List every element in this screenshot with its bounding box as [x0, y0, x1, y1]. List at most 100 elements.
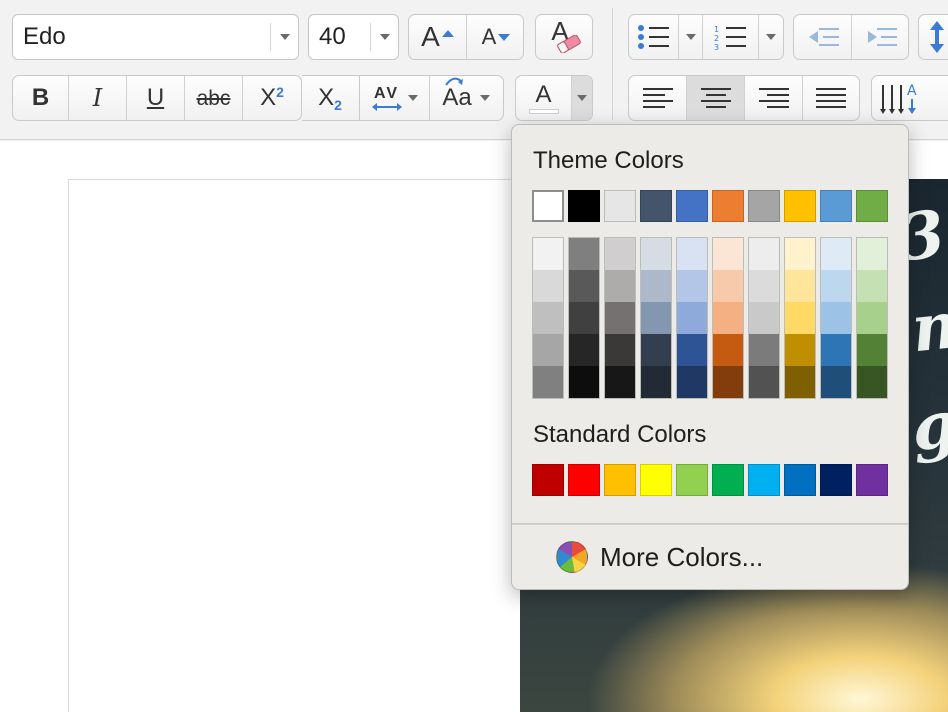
- superscript-button[interactable]: X 2: [243, 76, 301, 120]
- line-spacing-button[interactable]: [918, 14, 948, 60]
- theme-shade-swatch[interactable]: [749, 334, 779, 366]
- theme-shade-swatch[interactable]: [605, 334, 635, 366]
- more-colors-button[interactable]: More Colors...: [556, 540, 763, 574]
- theme-shade-swatch[interactable]: [749, 302, 779, 334]
- theme-shade-swatch[interactable]: [713, 238, 743, 270]
- theme-color-swatch[interactable]: [676, 190, 708, 222]
- standard-color-swatch[interactable]: [856, 464, 888, 496]
- theme-color-swatch[interactable]: [712, 190, 744, 222]
- standard-color-swatch[interactable]: [784, 464, 816, 496]
- font-name-value[interactable]: Edo: [23, 15, 66, 59]
- clear-formatting-segment[interactable]: A: [536, 15, 592, 59]
- theme-shade-swatch[interactable]: [569, 334, 599, 366]
- theme-shade-swatch[interactable]: [785, 270, 815, 302]
- theme-color-swatch[interactable]: [568, 190, 600, 222]
- theme-shade-swatch[interactable]: [857, 238, 887, 270]
- theme-shade-swatch[interactable]: [569, 270, 599, 302]
- standard-color-swatch[interactable]: [640, 464, 672, 496]
- align-right-button[interactable]: [745, 76, 803, 120]
- standard-color-swatch[interactable]: [532, 464, 564, 496]
- theme-color-swatch[interactable]: [784, 190, 816, 222]
- standard-color-swatch[interactable]: [820, 464, 852, 496]
- numbering-button[interactable]: 123: [703, 15, 759, 59]
- font-size-combo[interactable]: 40: [308, 14, 399, 60]
- shrink-font-button[interactable]: A: [467, 15, 525, 59]
- theme-shade-swatch[interactable]: [641, 238, 671, 270]
- theme-shade-swatch[interactable]: [677, 366, 707, 398]
- bullets-button[interactable]: [629, 15, 679, 59]
- theme-shade-swatch[interactable]: [749, 366, 779, 398]
- subscript-segment[interactable]: X 2: [302, 76, 358, 120]
- theme-shade-swatch[interactable]: [569, 302, 599, 334]
- theme-shade-swatch[interactable]: [749, 238, 779, 270]
- clear-formatting-button[interactable]: A: [535, 14, 593, 60]
- theme-shade-swatch[interactable]: [533, 270, 563, 302]
- bullets-dropdown[interactable]: [679, 15, 703, 59]
- theme-shade-swatch[interactable]: [785, 366, 815, 398]
- theme-shade-swatch[interactable]: [821, 270, 851, 302]
- font-color-button[interactable]: A: [516, 76, 572, 120]
- standard-color-swatch[interactable]: [712, 464, 744, 496]
- theme-shade-swatch[interactable]: [749, 270, 779, 302]
- theme-shade-swatch[interactable]: [713, 270, 743, 302]
- theme-shade-swatch[interactable]: [677, 334, 707, 366]
- theme-shade-swatch[interactable]: [821, 238, 851, 270]
- font-color-dropdown[interactable]: [572, 76, 592, 120]
- theme-shade-swatch[interactable]: [641, 334, 671, 366]
- strikethrough-button[interactable]: abc: [185, 76, 243, 120]
- theme-shade-swatch[interactable]: [713, 366, 743, 398]
- theme-shade-swatch[interactable]: [857, 270, 887, 302]
- font-size-dropdown[interactable]: [370, 23, 398, 51]
- subscript-button[interactable]: X 2: [302, 75, 360, 121]
- align-center-button[interactable]: [687, 76, 745, 120]
- align-left-button[interactable]: [629, 76, 687, 120]
- decrease-indent-button[interactable]: [794, 15, 852, 59]
- theme-shade-swatch[interactable]: [641, 302, 671, 334]
- increase-indent-button[interactable]: [852, 15, 910, 59]
- theme-shade-swatch[interactable]: [605, 270, 635, 302]
- theme-shade-swatch[interactable]: [641, 366, 671, 398]
- theme-shade-swatch[interactable]: [857, 302, 887, 334]
- character-spacing-button[interactable]: AV: [360, 76, 430, 120]
- theme-color-swatch[interactable]: [856, 190, 888, 222]
- theme-shade-swatch[interactable]: [533, 366, 563, 398]
- theme-color-swatch[interactable]: [532, 190, 564, 222]
- theme-shade-swatch[interactable]: [713, 302, 743, 334]
- theme-shade-swatch[interactable]: [785, 302, 815, 334]
- theme-shade-swatch[interactable]: [677, 270, 707, 302]
- theme-shade-swatch[interactable]: [713, 334, 743, 366]
- text-direction-button[interactable]: A: [871, 75, 948, 121]
- theme-shade-swatch[interactable]: [677, 302, 707, 334]
- theme-shade-swatch[interactable]: [821, 302, 851, 334]
- theme-shade-swatch[interactable]: [641, 270, 671, 302]
- theme-shade-swatch[interactable]: [785, 334, 815, 366]
- italic-button[interactable]: I: [69, 76, 127, 120]
- theme-shade-swatch[interactable]: [533, 302, 563, 334]
- document-page[interactable]: [68, 179, 528, 712]
- underline-button[interactable]: U: [127, 76, 185, 120]
- theme-color-swatch[interactable]: [604, 190, 636, 222]
- theme-shade-swatch[interactable]: [605, 366, 635, 398]
- change-case-button[interactable]: Aa: [430, 76, 502, 120]
- standard-color-swatch[interactable]: [676, 464, 708, 496]
- grow-font-button[interactable]: A: [409, 15, 467, 59]
- theme-shade-swatch[interactable]: [821, 366, 851, 398]
- font-name-dropdown[interactable]: [270, 23, 298, 51]
- font-size-value[interactable]: 40: [319, 15, 346, 59]
- standard-color-swatch[interactable]: [748, 464, 780, 496]
- justify-button[interactable]: [803, 76, 859, 120]
- theme-color-swatch[interactable]: [748, 190, 780, 222]
- numbering-dropdown[interactable]: [759, 15, 783, 59]
- theme-shade-swatch[interactable]: [785, 238, 815, 270]
- theme-shade-swatch[interactable]: [677, 238, 707, 270]
- theme-shade-swatch[interactable]: [857, 366, 887, 398]
- standard-color-swatch[interactable]: [604, 464, 636, 496]
- theme-color-swatch[interactable]: [640, 190, 672, 222]
- theme-shade-swatch[interactable]: [821, 334, 851, 366]
- theme-color-swatch[interactable]: [820, 190, 852, 222]
- standard-color-swatch[interactable]: [568, 464, 600, 496]
- theme-shade-swatch[interactable]: [605, 238, 635, 270]
- theme-shade-swatch[interactable]: [533, 238, 563, 270]
- theme-shade-swatch[interactable]: [857, 334, 887, 366]
- bold-button[interactable]: B: [13, 76, 69, 120]
